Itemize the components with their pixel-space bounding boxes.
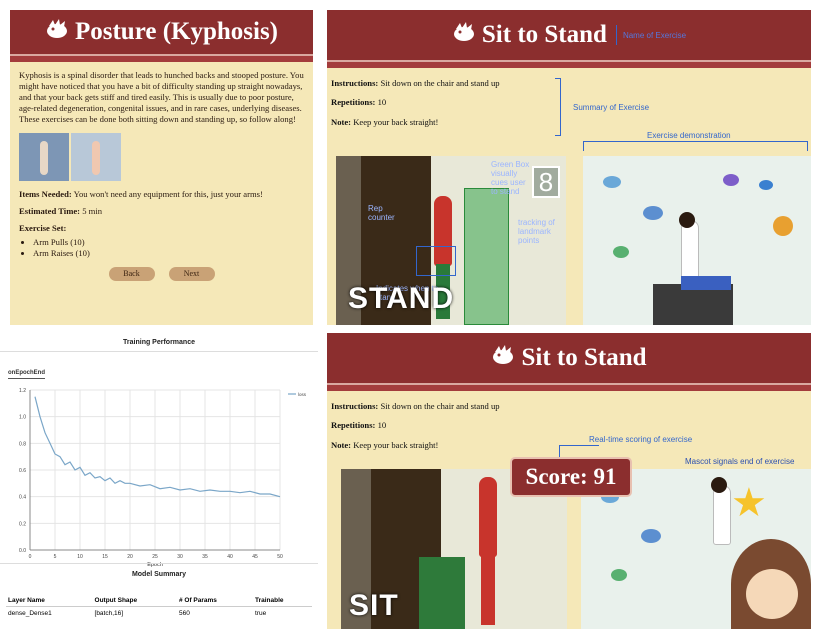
table-row: dense_Dense1 [batch,16] 560 true: [6, 607, 312, 621]
table-cell: 560: [178, 610, 190, 617]
x-tick-label: 15: [102, 554, 108, 560]
list-item: Arm Pulls (10): [33, 237, 304, 248]
exercise-thumbnail[interactable]: [71, 133, 121, 181]
sit-to-stand-score-panel: Sit to Stand Instructions: Sit down on t…: [327, 333, 811, 629]
x-tick-label: 35: [202, 554, 208, 560]
x-tick-label: 20: [127, 554, 133, 560]
instructions: Instructions: Sit down on the chair and …: [331, 78, 500, 88]
posture-panel: Posture (Kyphosis) Kyphosis is a spinal …: [10, 10, 313, 325]
annotation-box: Green Box visually cues user to stand: [491, 160, 530, 196]
estimated-time: Estimated Time: 5 min: [19, 206, 103, 216]
star-icon: ★: [731, 480, 767, 525]
table-title: Model Summary: [131, 571, 187, 578]
pose-label: STAND: [348, 282, 455, 315]
stand-cue-box: [464, 188, 509, 325]
exercise-list: Arm Pulls (10) Arm Raises (10): [33, 237, 304, 259]
y-tick-label: 1.0: [19, 415, 26, 421]
tab-on-epoch-end[interactable]: onEpochEnd: [8, 370, 45, 379]
exercise-thumbnail[interactable]: [19, 133, 69, 181]
annotation-summary: Summary of Exercise: [573, 103, 650, 112]
x-tick-label: 5: [54, 554, 57, 560]
x-tick-label: 10: [77, 554, 83, 560]
hedgehog-icon: [491, 344, 515, 373]
list-item: Arm Raises (10): [33, 248, 304, 259]
x-tick-label: 45: [252, 554, 258, 560]
exercise-title: Sit to Stand: [521, 344, 647, 371]
hedgehog-icon: [452, 21, 476, 50]
camera-feed: 8 Green Box visually cues user to stand …: [336, 156, 566, 325]
y-tick-label: 0.4: [19, 495, 26, 501]
training-panel: Training Performance onEpochEnd 0.0 0.2 0.…: [0, 333, 318, 629]
legend-label: loss: [298, 392, 307, 397]
annotation-rep-counter: Rep counter: [368, 204, 395, 222]
table-cell: true: [254, 610, 267, 617]
header-stripe: [327, 60, 811, 68]
hedgehog-icon: [45, 18, 69, 47]
back-button[interactable]: Back: [108, 267, 155, 281]
model-summary-table: Layer Name Output Shape # Of Params Trai…: [6, 595, 312, 620]
instructions: Instructions: Sit down on the chair and …: [331, 401, 500, 411]
score-badge: Score: 91: [510, 457, 632, 497]
x-tick-label: 50: [277, 554, 283, 560]
demo-video: [583, 156, 811, 325]
chart-title: Training Performance: [123, 339, 195, 346]
y-tick-label: 0.0: [19, 548, 26, 554]
next-button[interactable]: Next: [168, 267, 215, 281]
header-stripe: [327, 383, 811, 391]
annotation-demo: Exercise demonstration: [647, 131, 731, 140]
column-header: Layer Name: [6, 595, 93, 607]
annotation-score: Real-time scoring of exercise: [589, 435, 693, 444]
column-header: # Of Params: [176, 595, 253, 607]
y-tick-label: 0.2: [19, 521, 26, 527]
description: Kyphosis is a spinal disorder that leads…: [19, 70, 304, 124]
column-header: Trainable: [252, 595, 312, 607]
exercise-set-label: Exercise Set:: [19, 223, 67, 233]
sit-to-stand-panel: Sit to Stand Name of Exercise Instructio…: [327, 10, 811, 325]
rep-counter: 8: [532, 166, 560, 198]
items-needed: Items Needed: You won't need any equipme…: [19, 189, 263, 199]
y-tick-label: 0.8: [19, 441, 26, 447]
x-tick-label: 30: [177, 554, 183, 560]
exercise-header: Sit to Stand: [327, 333, 811, 383]
pose-label: SIT: [349, 589, 399, 622]
y-tick-label: 1.2: [19, 388, 26, 394]
note: Note: Keep your back straight!: [331, 116, 439, 127]
header-stripe: [10, 54, 313, 62]
page-title: Posture (Kyphosis): [74, 18, 279, 45]
annotation-tracking: tracking of landmark points: [518, 218, 555, 245]
x-tick-label: 25: [152, 554, 158, 560]
posture-header: Posture (Kyphosis): [10, 10, 313, 54]
table-cell: [batch,16]: [94, 610, 124, 617]
table-cell: dense_Dense1: [8, 610, 52, 617]
annotation-mascot: Mascot signals end of exercise: [685, 457, 795, 466]
annotation-name: Name of Exercise: [622, 30, 687, 40]
x-tick-label: 40: [227, 554, 233, 560]
loss-line: [34, 396, 281, 498]
x-tick-label: 0: [29, 554, 32, 560]
column-header: Output Shape: [92, 595, 177, 607]
exercise-header: Sit to Stand Name of Exercise: [327, 10, 811, 60]
repetitions: Repetitions: 10: [331, 420, 387, 431]
y-tick-label: 0.6: [19, 468, 26, 474]
exercise-title: Sit to Stand: [481, 21, 607, 48]
repetitions: Repetitions: 10: [331, 97, 387, 108]
